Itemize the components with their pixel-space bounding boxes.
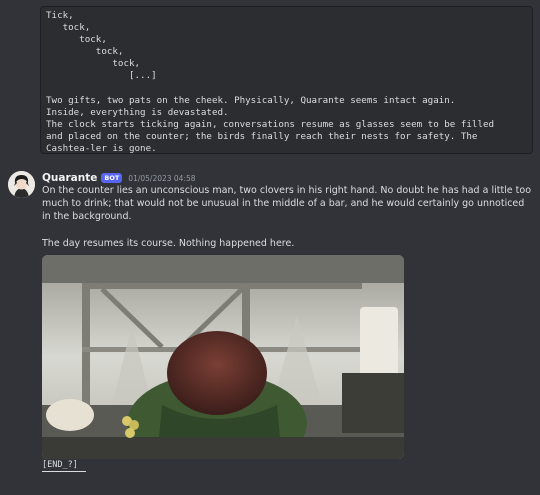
- code-line: Two gifts, two pats on the cheek. Physic…: [46, 94, 456, 106]
- code-block: Tick, tock, tock, tock, tock, [...] Two g…: [40, 6, 533, 154]
- spoiler-text[interactable]: [END_?]: [42, 461, 86, 472]
- image-attachment[interactable]: [42, 255, 404, 459]
- code-line: Tick,: [46, 10, 74, 21]
- code-line: [...]: [46, 70, 157, 82]
- message-header: Quarante BOT 01/05/2023 04:58: [42, 171, 196, 185]
- code-line: Cashtea-ler is gone.: [46, 142, 157, 154]
- message-paragraph: The day resumes its course. Nothing happ…: [42, 237, 295, 249]
- code-line: and placed on the counter; the birds fin…: [46, 130, 478, 142]
- code-line: Inside, everything is devastated.: [46, 106, 229, 118]
- avatar[interactable]: [8, 171, 35, 198]
- bot-badge: BOT: [101, 173, 123, 183]
- code-line: tock,: [46, 46, 124, 58]
- message-paragraph: On the counter lies an unconscious man, …: [42, 185, 532, 223]
- spoiler-label: [END_?]: [42, 460, 78, 470]
- code-line: The clock starts ticking again, conversa…: [46, 118, 495, 130]
- spoiler-underline: [42, 471, 86, 472]
- avatar-image: [8, 171, 35, 198]
- author-name[interactable]: Quarante: [42, 172, 97, 184]
- code-line: tock,: [46, 34, 107, 46]
- message-content: On the counter lies an unconscious man, …: [42, 184, 532, 250]
- message-timestamp: 01/05/2023 04:58: [128, 173, 196, 183]
- code-line: tock,: [46, 58, 141, 70]
- code-line: tock,: [46, 22, 91, 34]
- illustration-image: [42, 255, 404, 459]
